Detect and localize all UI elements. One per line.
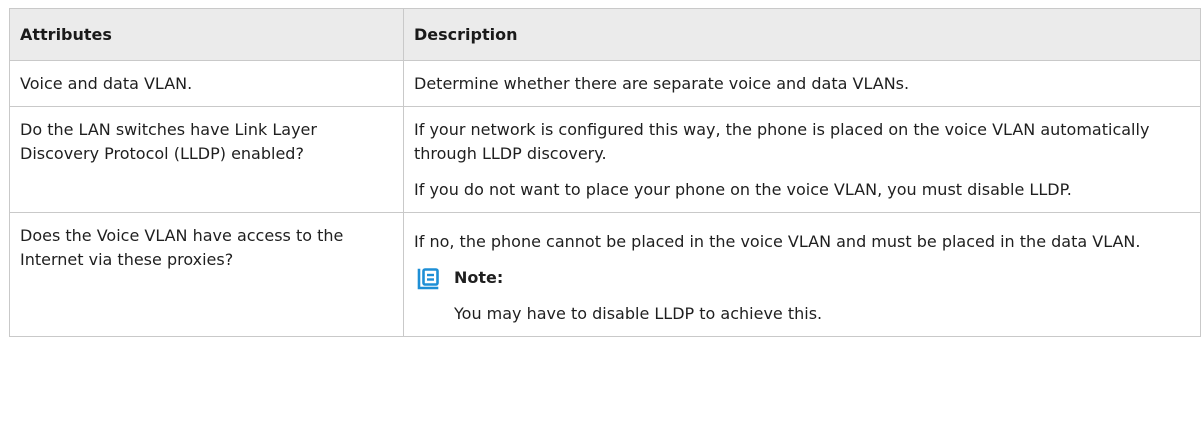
attribute-cell: Do the LAN switches have Link Layer Disc… — [9, 106, 404, 213]
table-row: Does the Voice VLAN have access to the I… — [9, 212, 1201, 337]
description-paragraph: If your network is configured this way, … — [414, 120, 1150, 163]
attribute-cell: Voice and data VLAN. — [9, 60, 404, 107]
description-cell: Determine whether there are separate voi… — [403, 60, 1201, 107]
table-row: Do the LAN switches have Link Layer Disc… — [9, 106, 1201, 213]
note-block: Note: You may have to disable LLDP to ac… — [414, 266, 1190, 326]
attributes-table: Attributes Description Voice and data VL… — [9, 8, 1201, 337]
note-body: Note: You may have to disable LLDP to ac… — [454, 266, 1190, 326]
header-description: Description — [403, 8, 1201, 61]
description-paragraph: If no, the phone cannot be placed in the… — [414, 232, 1141, 251]
description-paragraph: Determine whether there are separate voi… — [414, 74, 910, 93]
note-text: You may have to disable LLDP to achieve … — [454, 304, 823, 323]
table-header-row: Attributes Description — [9, 8, 1201, 61]
header-attributes: Attributes — [9, 8, 404, 61]
note-title: Note: — [454, 268, 504, 287]
table-row: Voice and data VLAN. Determine whether t… — [9, 60, 1201, 107]
description-cell: If your network is configured this way, … — [403, 106, 1201, 213]
description-cell: If no, the phone cannot be placed in the… — [403, 212, 1201, 337]
description-paragraph: If you do not want to place your phone o… — [414, 180, 1072, 199]
attribute-cell: Does the Voice VLAN have access to the I… — [9, 212, 404, 337]
note-icon — [417, 268, 439, 290]
